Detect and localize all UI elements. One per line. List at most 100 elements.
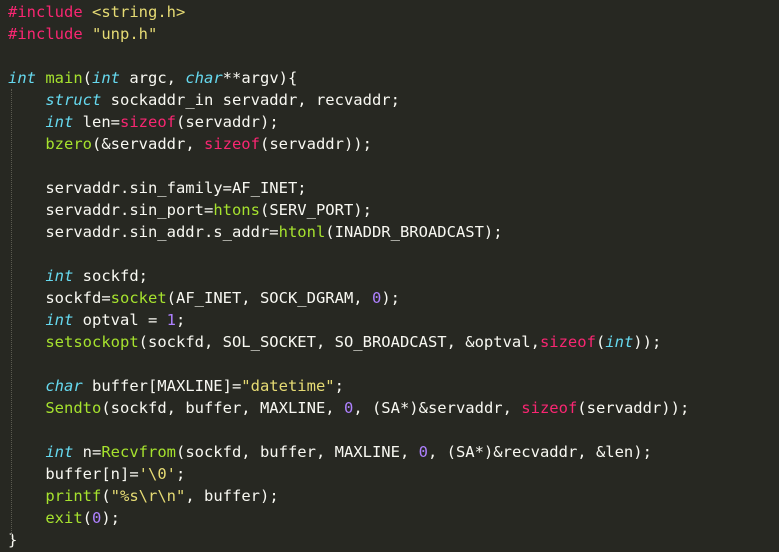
code-token-keyword: int bbox=[605, 333, 634, 351]
code-token-func: htonl bbox=[278, 223, 326, 241]
code-token-plain: (sockfd, SOL_SOCKET, SO_BROADCAST, &optv… bbox=[138, 333, 540, 351]
code-line[interactable]: ​ bbox=[0, 45, 779, 67]
code-token-operator-fn: sizeof bbox=[120, 113, 176, 131]
code-token-plain: ( bbox=[82, 69, 93, 87]
code-line[interactable]: bzero(&servaddr, sizeof(servaddr)); bbox=[0, 133, 779, 155]
code-token-plain: (servaddr)); bbox=[577, 399, 690, 417]
code-token-plain: , (SA*)&recvaddr, &len); bbox=[427, 443, 652, 461]
code-line[interactable]: Sendto(sockfd, buffer, MAXLINE, 0, (SA*)… bbox=[0, 397, 779, 419]
code-token-func: socket bbox=[110, 289, 167, 307]
code-token-plain: sockfd; bbox=[73, 267, 148, 285]
code-token-plain: , (SA*)&servaddr, bbox=[353, 399, 522, 417]
code-line[interactable]: servaddr.sin_family=AF_INET; bbox=[0, 177, 779, 199]
code-token-number: 1 bbox=[166, 311, 176, 329]
code-line[interactable]: ​ bbox=[0, 155, 779, 177]
code-line[interactable]: servaddr.sin_port=htons(SERV_PORT); bbox=[0, 199, 779, 221]
code-token-plain: (sockfd, buffer, MAXLINE, bbox=[101, 399, 344, 417]
code-token-func: exit bbox=[45, 509, 83, 527]
code-line[interactable]: int len=sizeof(servaddr); bbox=[0, 111, 779, 133]
code-token-plain: **argv){ bbox=[222, 69, 298, 87]
code-token-plain: } bbox=[8, 531, 18, 549]
code-token-number: 0 bbox=[371, 289, 382, 307]
code-token-plain: (AF_INET, SOCK_DGRAM, bbox=[166, 289, 372, 307]
code-token-func: main bbox=[45, 69, 83, 87]
code-token-plain: ( bbox=[101, 487, 111, 505]
code-line[interactable]: char buffer[MAXLINE]="datetime"; bbox=[0, 375, 779, 397]
code-line[interactable]: ​ bbox=[0, 353, 779, 375]
code-token-func: Sendto bbox=[45, 399, 102, 417]
code-token-plain: (SERV_PORT); bbox=[259, 201, 372, 219]
code-line[interactable]: ​ bbox=[0, 243, 779, 265]
code-token-func: setsockopt bbox=[45, 333, 139, 351]
code-token-operator-fn: sizeof bbox=[203, 135, 260, 153]
code-token-plain: n= bbox=[73, 443, 102, 461]
code-area[interactable]: #include <string.h>#include "unp.h"​int … bbox=[0, 1, 779, 551]
code-token-operator-fn: sizeof bbox=[521, 399, 578, 417]
code-line[interactable]: int main(int argc, char**argv){ bbox=[0, 67, 779, 89]
code-token-plain: (servaddr)); bbox=[259, 135, 372, 153]
indent-guide bbox=[11, 89, 12, 539]
code-token-plain: ( bbox=[595, 333, 606, 351]
code-token-keyword: char bbox=[45, 377, 83, 395]
code-token-string: "unp.h" bbox=[92, 25, 158, 43]
code-token-string: "%s\r\n" bbox=[110, 487, 186, 505]
code-token-plain: (INADDR_BROADCAST); bbox=[325, 223, 503, 241]
code-token-keyword: int bbox=[92, 69, 121, 87]
code-token-string: <string.h> bbox=[92, 3, 186, 21]
code-token-func: bzero bbox=[45, 135, 92, 153]
code-token-operator-fn: sizeof bbox=[539, 333, 596, 351]
code-token-keyword: int bbox=[45, 267, 74, 285]
code-line[interactable]: printf("%s\r\n", buffer); bbox=[0, 485, 779, 507]
code-token-plain: ); bbox=[101, 509, 121, 527]
code-token-keyword: int bbox=[45, 113, 74, 131]
code-token-plain: sockfd= bbox=[8, 289, 111, 307]
code-token-directive: #include bbox=[8, 3, 83, 21]
code-line[interactable]: buffer[n]='\0'; bbox=[0, 463, 779, 485]
code-token-keyword: int bbox=[45, 311, 74, 329]
code-token-plain: optval = bbox=[73, 311, 167, 329]
code-line[interactable]: int sockfd; bbox=[0, 265, 779, 287]
code-token-plain: servaddr.sin_addr.s_addr= bbox=[8, 223, 279, 241]
code-editor[interactable]: #include <string.h>#include "unp.h"​int … bbox=[0, 0, 779, 552]
code-token-plain: , buffer); bbox=[185, 487, 279, 505]
code-token-keyword: struct bbox=[45, 91, 102, 109]
code-token-number: 0 bbox=[418, 443, 428, 461]
code-token-directive: #include bbox=[8, 25, 83, 43]
code-token-plain: buffer[n]= bbox=[8, 465, 139, 483]
code-token-plain: (&servaddr, bbox=[92, 135, 204, 153]
code-line[interactable]: } bbox=[0, 529, 779, 551]
code-line[interactable]: sockfd=socket(AF_INET, SOCK_DGRAM, 0); bbox=[0, 287, 779, 309]
code-line[interactable]: setsockopt(sockfd, SOL_SOCKET, SO_BROADC… bbox=[0, 331, 779, 353]
code-token-func: Recvfrom bbox=[101, 443, 176, 461]
code-line[interactable]: ​ bbox=[0, 419, 779, 441]
code-token-func: htons bbox=[213, 201, 260, 219]
code-token-plain: servaddr.sin_family=AF_INET; bbox=[8, 179, 307, 197]
code-token-plain: )); bbox=[633, 333, 662, 351]
code-line[interactable]: servaddr.sin_addr.s_addr=htonl(INADDR_BR… bbox=[0, 221, 779, 243]
code-token-plain: ( bbox=[82, 509, 92, 527]
code-token-string: "datetime" bbox=[241, 377, 335, 395]
code-line[interactable]: #include "unp.h" bbox=[0, 23, 779, 45]
code-token-plain: (sockfd, buffer, MAXLINE, bbox=[175, 443, 419, 461]
code-token-plain: sockaddr_in servaddr, recvaddr; bbox=[101, 91, 400, 109]
code-line[interactable]: exit(0); bbox=[0, 507, 779, 529]
code-line[interactable]: int optval = 1; bbox=[0, 309, 779, 331]
code-token-plain: ; bbox=[176, 311, 186, 329]
code-token-plain: argc, bbox=[120, 69, 186, 87]
code-line[interactable]: #include <string.h> bbox=[0, 1, 779, 23]
code-line[interactable]: int n=Recvfrom(sockfd, buffer, MAXLINE, … bbox=[0, 441, 779, 463]
code-line[interactable]: struct sockaddr_in servaddr, recvaddr; bbox=[0, 89, 779, 111]
code-token-string: '\0' bbox=[138, 465, 176, 483]
code-token-plain: ; bbox=[334, 377, 344, 395]
code-token-keyword: int bbox=[45, 443, 74, 461]
